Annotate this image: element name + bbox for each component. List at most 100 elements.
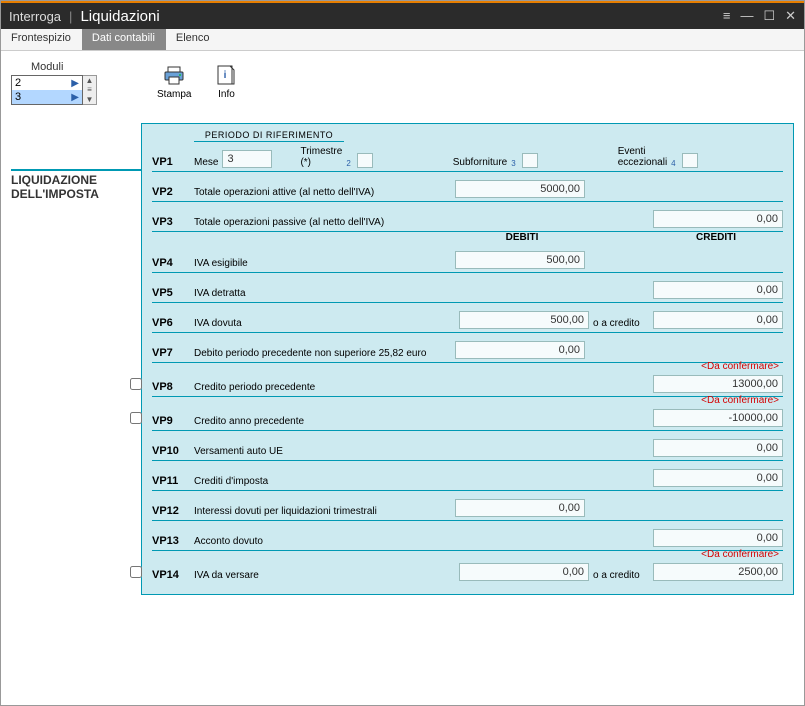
maximize-icon[interactable]: ☐ [763, 8, 775, 24]
vp11-crediti[interactable]: 0,00 [653, 469, 783, 487]
row-vp5: VP5 IVA detratta 0,00 [152, 273, 783, 303]
vp5-desc: IVA detratta [194, 288, 653, 299]
vp1-sup3: 3 [511, 159, 515, 168]
printer-icon [163, 65, 185, 87]
vp13-crediti[interactable]: 0,00 [653, 529, 783, 547]
vp2-value[interactable]: 5000,00 [455, 180, 585, 198]
vp11-desc: Crediti d'imposta [194, 476, 653, 487]
row-vp4: VP4 IVA esigibile 500,00 [152, 243, 783, 273]
vp7-desc: Debito periodo precedente non superiore … [194, 348, 455, 359]
vp4-code: VP4 [152, 257, 194, 269]
vp1-trimestre-label: Trimestre (*) [300, 146, 342, 168]
vp1-trimestre-input[interactable] [357, 153, 373, 168]
vp13-code: VP13 [152, 535, 194, 547]
vp14-checkbox[interactable] [130, 566, 142, 578]
row-vp8: <Da confermare> VP8 Credito periodo prec… [152, 363, 783, 397]
row-vp12: VP12 Interessi dovuti per liquidazioni t… [152, 491, 783, 521]
vp4-debiti[interactable]: 500,00 [455, 251, 585, 269]
vp3-value[interactable]: 0,00 [653, 210, 783, 228]
vp1-code: VP1 [152, 156, 194, 168]
section-title-line2: DELL'IMPOSTA [11, 187, 99, 201]
vp1-subforniture-input[interactable] [522, 153, 538, 168]
tab-dati-contabili[interactable]: Dati contabili [82, 29, 166, 50]
vp1-sup4: 4 [671, 159, 675, 168]
vp12-code: VP12 [152, 505, 194, 517]
vp10-desc: Versamenti auto UE [194, 446, 653, 457]
row-vp6: VP6 IVA dovuta 500,00 o a credito 0,00 [152, 303, 783, 333]
info-label: Info [218, 89, 235, 100]
minimize-icon[interactable]: — [740, 8, 753, 24]
vp1-subforniture-label: Subforniture [453, 157, 507, 168]
moduli-section: Moduli 2▶ 3▶ ▲ ≡ ▼ [11, 61, 97, 105]
scroll-down-icon[interactable]: ▼ [83, 95, 96, 104]
vp13-desc: Acconto dovuto [194, 536, 653, 547]
row-vp2: VP2 Totale operazioni attive (al netto d… [152, 172, 783, 202]
vp3-code: VP3 [152, 216, 194, 228]
vp1-sup2: 2 [346, 159, 350, 168]
svg-text:i: i [224, 70, 227, 81]
header-debiti: DEBITI [455, 232, 589, 243]
vp12-desc: Interessi dovuti per liquidazioni trimes… [194, 506, 455, 517]
tab-elenco[interactable]: Elenco [166, 29, 221, 50]
moduli-item-label: 3 [15, 91, 21, 103]
moduli-item-label: 2 [15, 77, 21, 89]
vp7-debiti[interactable]: 0,00 [455, 341, 585, 359]
titlebar-separator: | [69, 9, 72, 24]
vp1-mese-input[interactable]: 3 [222, 150, 272, 168]
scroll-thumb[interactable]: ≡ [83, 85, 96, 94]
vp6-code: VP6 [152, 317, 194, 329]
vp4-desc: IVA esigibile [194, 258, 455, 269]
vp6-mid-label: o a credito [593, 318, 649, 329]
vp6-debiti[interactable]: 500,00 [459, 311, 589, 329]
vp9-desc: Credito anno precedente [194, 416, 653, 427]
vp8-checkbox[interactable] [130, 378, 142, 390]
vp9-crediti[interactable]: -10000,00 [653, 409, 783, 427]
vp6-desc: IVA dovuta [194, 318, 459, 329]
vp14-crediti[interactable]: 2500,00 [653, 563, 783, 581]
vp9-confirm-note: <Da confermare> [701, 395, 779, 406]
app-window: Interroga | Liquidazioni ≡ — ☐ ✕ Frontes… [0, 0, 805, 706]
moduli-scrollbar[interactable]: ▲ ≡ ▼ [83, 75, 97, 105]
content-area: Moduli 2▶ 3▶ ▲ ≡ ▼ Stampa [1, 51, 804, 705]
vp2-code: VP2 [152, 186, 194, 198]
vp8-code: VP8 [152, 381, 194, 393]
moduli-item-0[interactable]: 2▶ [12, 76, 82, 90]
vp9-code: VP9 [152, 415, 194, 427]
vp14-debiti[interactable]: 0,00 [459, 563, 589, 581]
vp10-crediti[interactable]: 0,00 [653, 439, 783, 457]
vp14-desc: IVA da versare [194, 570, 459, 581]
close-icon[interactable]: ✕ [785, 8, 796, 24]
vp8-desc: Credito periodo precedente [194, 382, 653, 393]
debiti-crediti-header: DEBITI CREDITI [152, 232, 783, 243]
vp14-code: VP14 [152, 569, 194, 581]
moduli-list[interactable]: 2▶ 3▶ [11, 75, 83, 105]
moduli-item-1[interactable]: 3▶ [12, 90, 82, 104]
moduli-label: Moduli [31, 61, 97, 73]
print-label: Stampa [157, 89, 191, 100]
menu-icon[interactable]: ≡ [723, 8, 731, 24]
row-vp11: VP11 Crediti d'imposta 0,00 [152, 461, 783, 491]
row-vp10: VP10 Versamenti auto UE 0,00 [152, 431, 783, 461]
vp5-crediti[interactable]: 0,00 [653, 281, 783, 299]
vp2-desc: Totale operazioni attive (al netto dell'… [194, 187, 455, 198]
header-crediti: CREDITI [649, 232, 783, 243]
vp5-code: VP5 [152, 287, 194, 299]
periodo-header: PERIODO DI RIFERIMENTO [194, 130, 344, 142]
vp6-crediti[interactable]: 0,00 [653, 311, 783, 329]
print-button[interactable]: Stampa [157, 65, 191, 100]
vp7-code: VP7 [152, 347, 194, 359]
section-title: LIQUIDAZIONE DELL'IMPOSTA [11, 169, 141, 202]
vp9-checkbox[interactable] [130, 412, 142, 424]
scroll-up-icon[interactable]: ▲ [83, 76, 96, 85]
vp1-eventi-input[interactable] [682, 153, 698, 168]
vp10-code: VP10 [152, 445, 194, 457]
vp11-code: VP11 [152, 475, 194, 487]
vp8-crediti[interactable]: 13000,00 [653, 375, 783, 393]
info-icon: i [215, 65, 237, 87]
info-button[interactable]: i Info [215, 65, 237, 100]
tab-bar: Frontespizio Dati contabili Elenco [1, 29, 804, 51]
vp12-debiti[interactable]: 0,00 [455, 499, 585, 517]
window-title: Liquidazioni [80, 8, 159, 25]
tab-frontespizio[interactable]: Frontespizio [1, 29, 82, 50]
row-vp3: VP3 Totale operazioni passive (al netto … [152, 202, 783, 232]
